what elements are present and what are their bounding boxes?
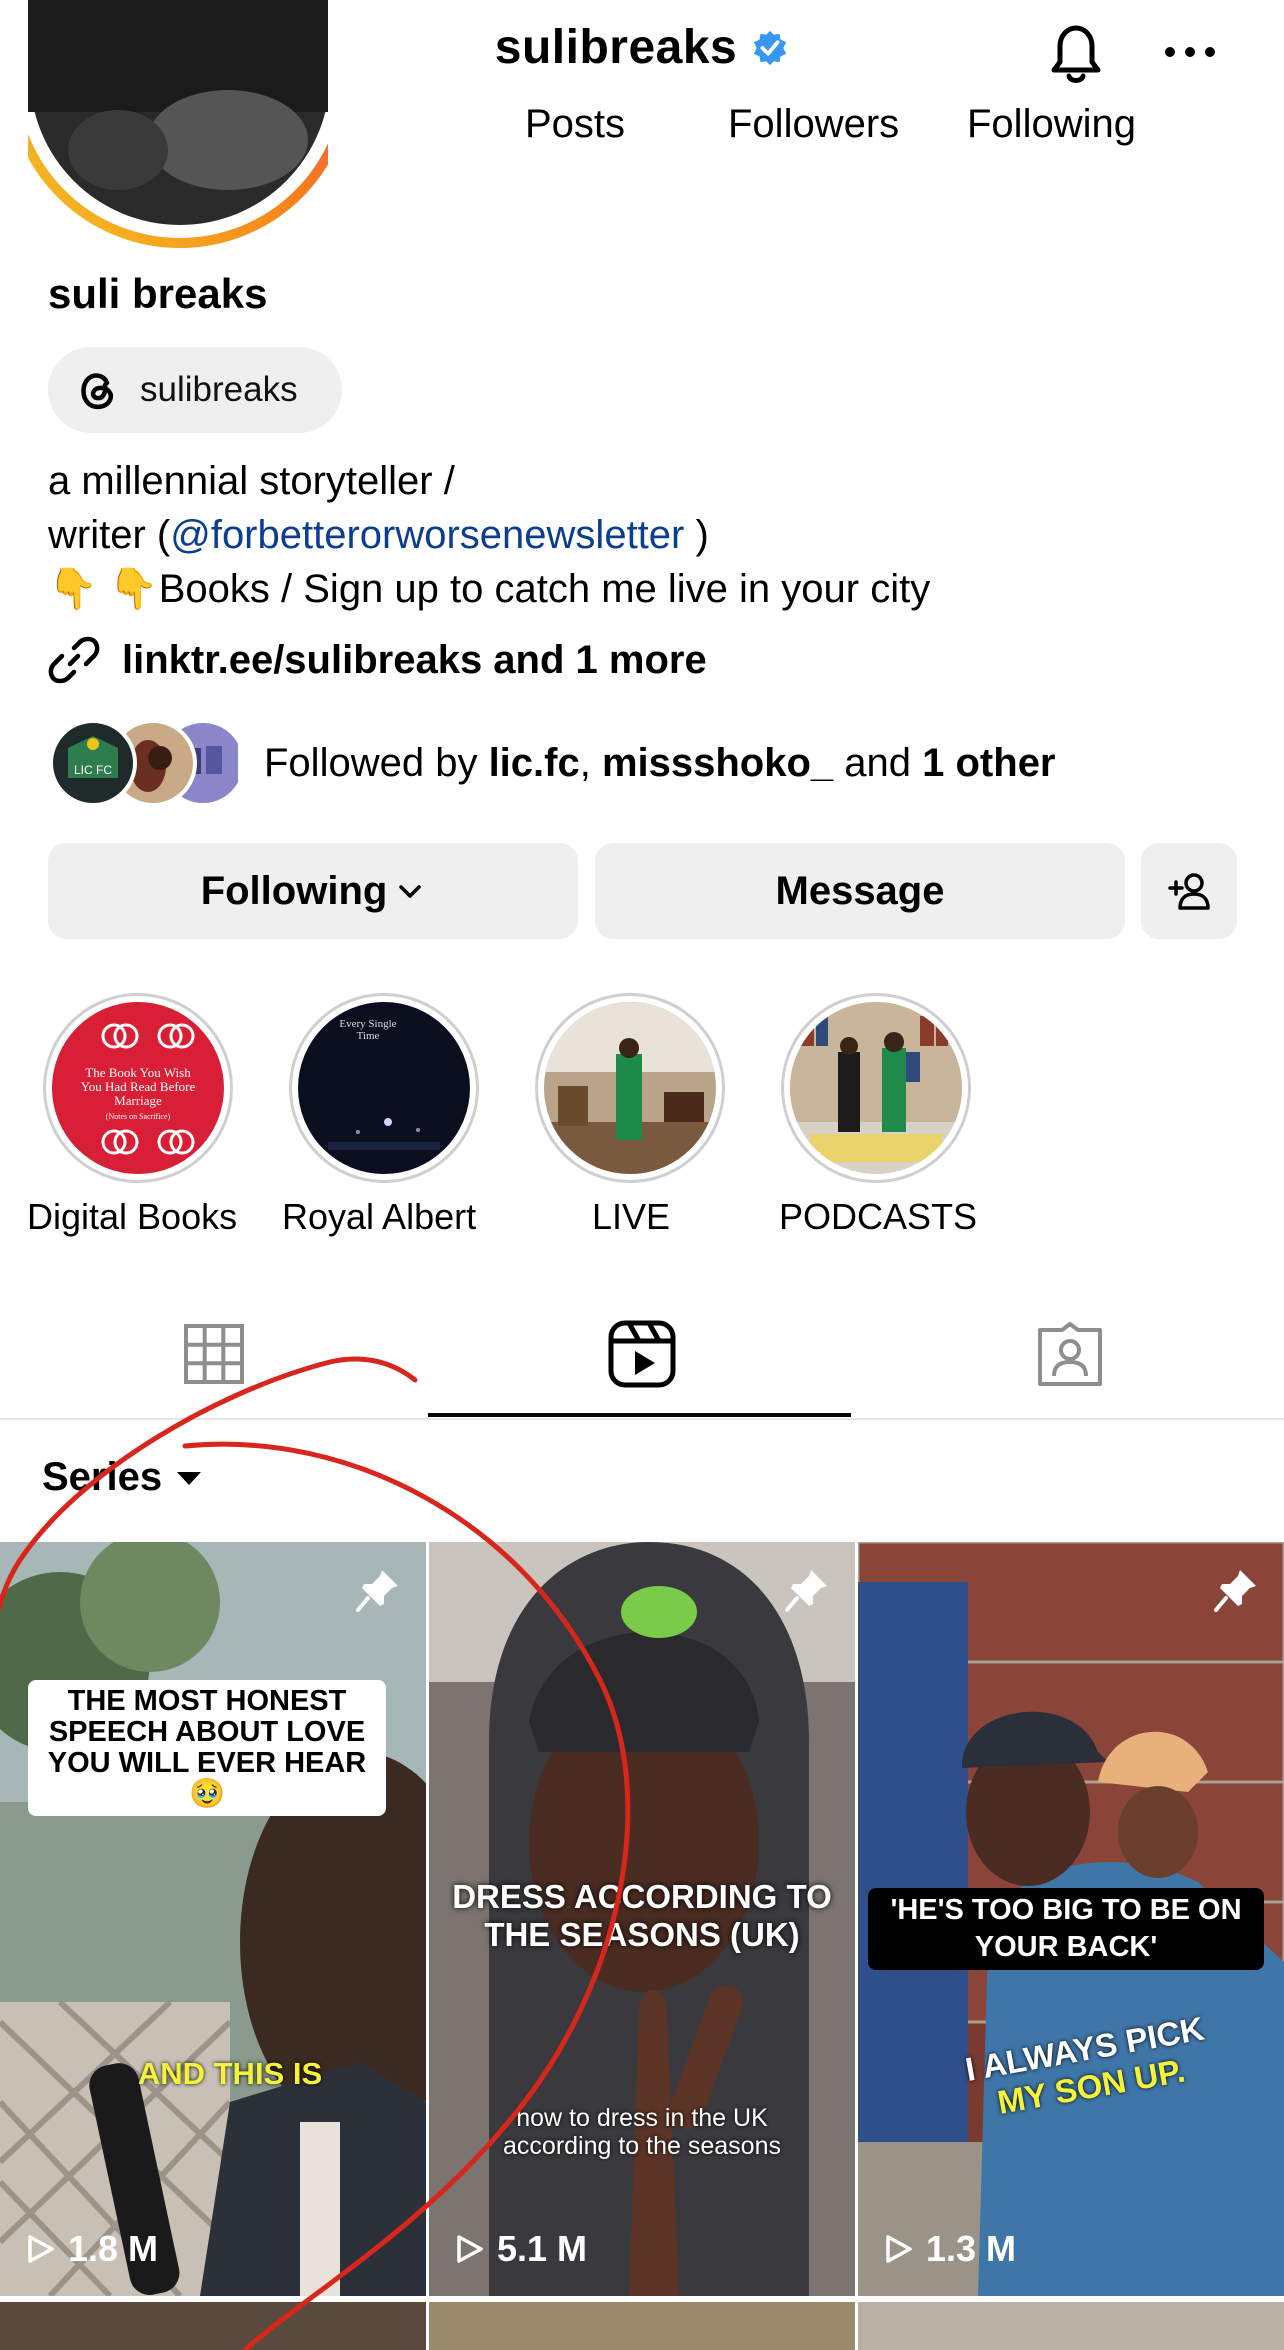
- reel-tile[interactable]: DRESS ACCORDING TO THE SEASONS (UK) how …: [429, 1542, 855, 2296]
- view-count-text: 5.1 M: [497, 2228, 588, 2269]
- bio-text: ): [684, 513, 709, 557]
- reel-caption-top: 'HE'S TOO BIG TO BE ON YOUR BACK': [868, 1888, 1264, 1970]
- pinned-icon: [356, 1570, 398, 1612]
- series-filter-dropdown[interactable]: Series: [42, 1455, 204, 1500]
- followers-stat-label[interactable]: Followers: [728, 102, 899, 147]
- highlight-label: Royal Albert: [282, 1196, 477, 1237]
- followed-by-text: Followed by lic.fc, missshoko_ and 1 oth…: [264, 740, 1056, 785]
- highlight-label: Digital Books: [27, 1196, 238, 1237]
- mutual-follower-link[interactable]: lic.fc: [489, 741, 580, 785]
- reel-caption-top: DRESS ACCORDING TO THE SEASONS (UK): [452, 1878, 832, 1953]
- pointing-down-emoji: 👇 👇: [48, 567, 159, 611]
- reel-view-count: 1.8 M: [24, 2228, 158, 2270]
- tabs-divider: [0, 1418, 1284, 1420]
- reel-caption-bottom: how to dress in the UK according to the …: [503, 2104, 781, 2160]
- view-count-text: 1.8 M: [68, 2228, 159, 2269]
- play-icon: [457, 2235, 483, 2263]
- bell-icon: [1051, 25, 1101, 83]
- highlight-podcasts[interactable]: [778, 993, 974, 1183]
- reel-tile[interactable]: [0, 2302, 426, 2350]
- svg-text:LIC FC: LIC FC: [74, 763, 112, 777]
- following-button-label: Following: [200, 868, 388, 913]
- reel-tile[interactable]: [429, 2302, 855, 2350]
- highlight-cover-title: The Book You Wish You Had Read Before Ma…: [80, 1065, 196, 1108]
- notifications-button[interactable]: [1040, 18, 1112, 88]
- bio-mention-link[interactable]: @forbetterorworsenewsletter: [170, 513, 684, 557]
- grid-icon: [184, 1324, 244, 1384]
- link-text: linktr.ee/sulibreaks and 1 more: [122, 637, 707, 682]
- highlight-cover: Every Single Time: [298, 1002, 470, 1174]
- highlight-digital-books[interactable]: The Book You Wish You Had Read Before Ma…: [40, 993, 236, 1183]
- highlight-live[interactable]: [532, 993, 728, 1183]
- highlight-label: PODCASTS: [779, 1196, 978, 1237]
- tab-reels[interactable]: [428, 1290, 856, 1418]
- reel-tile[interactable]: THE MOST HONEST SPEECH ABOUT LOVE YOU WI…: [0, 1542, 426, 2296]
- pinned-icon: [1214, 1570, 1256, 1612]
- profile-bio: a millennial storyteller / writer (@forb…: [48, 454, 1248, 616]
- view-count-text: 1.3 M: [926, 2228, 1017, 2269]
- highlight-cover: [790, 1002, 962, 1174]
- reel-caption-top: THE MOST HONEST SPEECH ABOUT LOVE YOU WI…: [28, 1680, 386, 1816]
- bio-text: Books / Sign up to catch me live in your…: [158, 567, 931, 611]
- mutual-follower-link[interactable]: missshoko_: [602, 741, 833, 785]
- bio-text: writer (: [48, 513, 171, 557]
- reels-icon: [608, 1320, 676, 1388]
- series-label: Series: [42, 1455, 163, 1499]
- reel-view-count: 1.3 M: [882, 2228, 1016, 2270]
- bio-line-1: a millennial storyteller /: [48, 459, 455, 503]
- pinned-icon: [785, 1570, 827, 1612]
- add-user-icon: [1168, 873, 1210, 910]
- play-icon: [886, 2235, 912, 2263]
- highlight-label: LIVE: [592, 1196, 671, 1237]
- username-title: sulibreaks: [494, 21, 738, 74]
- threads-icon: [81, 373, 113, 410]
- bio-line-3: 👇 👇Books / Sign up to catch me live in y…: [48, 562, 1248, 616]
- display-name: suli breaks: [48, 270, 268, 317]
- following-stat-label[interactable]: Following: [967, 102, 1136, 147]
- message-button[interactable]: Message: [595, 843, 1125, 939]
- link-icon: [48, 636, 100, 684]
- suggested-users-button[interactable]: [1141, 843, 1237, 939]
- profile-link[interactable]: linktr.ee/sulibreaks and 1 more: [48, 628, 707, 692]
- following-button[interactable]: Following: [48, 843, 578, 939]
- play-icon: [28, 2235, 54, 2263]
- highlight-cover: [544, 1002, 716, 1174]
- highlight-royal-albert[interactable]: Every Single Time: [286, 993, 482, 1183]
- tab-grid[interactable]: [0, 1290, 428, 1418]
- posts-stat-label[interactable]: Posts: [525, 102, 625, 147]
- tagged-user-icon: [1038, 1322, 1102, 1386]
- message-button-label: Message: [775, 868, 945, 913]
- reel-view-count: 5.1 M: [453, 2228, 587, 2270]
- chevron-down-icon: [399, 885, 422, 898]
- reel-tile[interactable]: [858, 2302, 1284, 2350]
- threads-handle: sulibreaks: [140, 370, 298, 409]
- highlight-cover-subtitle: (Notes on Sacrifice): [105, 1112, 171, 1121]
- more-options-button[interactable]: [1160, 28, 1220, 76]
- reel-caption-bottom: AND THIS IS: [137, 2056, 323, 2091]
- other-followers-link[interactable]: 1 other: [922, 741, 1055, 785]
- reel-tile[interactable]: 'HE'S TOO BIG TO BE ON YOUR BACK' I ALWA…: [858, 1542, 1284, 2296]
- bio-line-2: writer (@forbetterorworsenewsletter ): [48, 508, 1248, 562]
- threads-profile-chip[interactable]: sulibreaks: [48, 347, 342, 433]
- highlight-cover: The Book You Wish You Had Read Before Ma…: [52, 1002, 224, 1174]
- profile-tabs: [0, 1290, 1284, 1420]
- verified-badge-icon: [754, 30, 787, 65]
- caret-down-icon: [177, 1471, 202, 1485]
- followed-by-row[interactable]: LIC FC Followed by lic.fc, missshoko_ an…: [48, 718, 1056, 808]
- more-horizontal-icon: [1165, 47, 1215, 57]
- mutual-followers-avatars: LIC FC: [49, 719, 238, 807]
- profile-stats: Posts Followers Following: [0, 102, 1284, 152]
- active-tab-indicator: [428, 1413, 851, 1417]
- tab-tagged[interactable]: [856, 1290, 1284, 1418]
